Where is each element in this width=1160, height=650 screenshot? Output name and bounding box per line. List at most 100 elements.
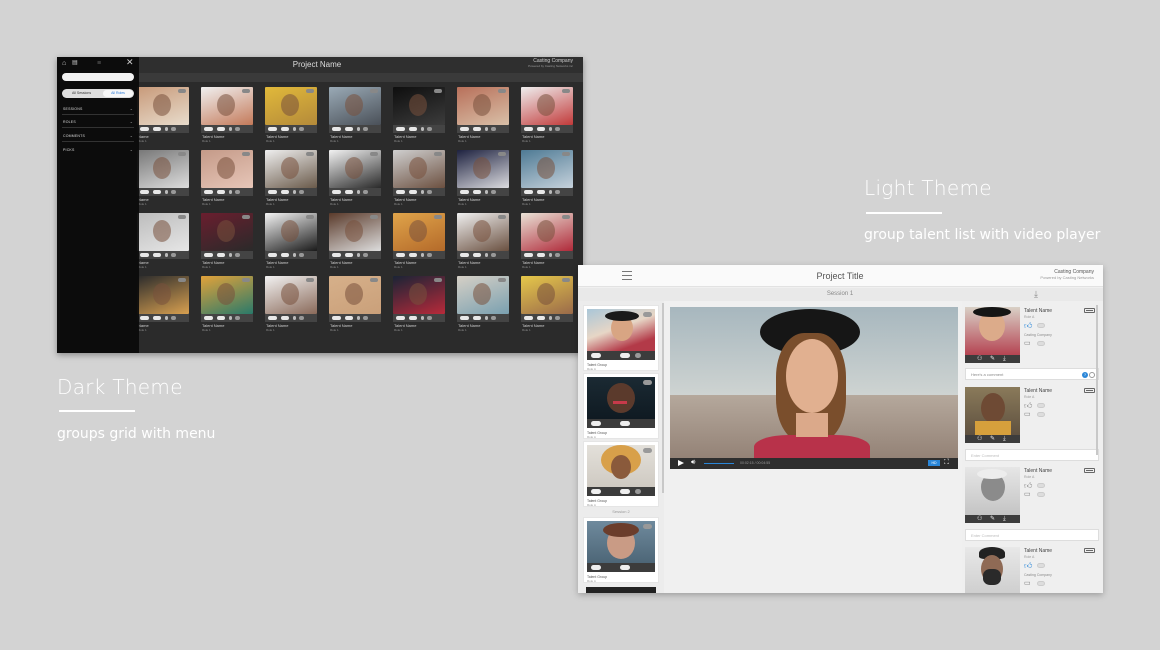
talent-role: Role A	[1024, 475, 1035, 479]
chevron-down-icon[interactable]: ⌄	[130, 147, 133, 152]
talent-card[interactable]: Talent Name Role 1	[393, 150, 445, 210]
menu-section-sessions[interactable]: SESSIONS	[63, 107, 83, 111]
talent-card[interactable]: Talent Name Role 1	[457, 150, 509, 210]
chevron-down-icon[interactable]: ⌄	[130, 106, 133, 111]
talent-card[interactable]: Talent Name Role 1	[521, 276, 573, 336]
talent-card[interactable]: Name Role 1	[137, 213, 189, 273]
talent-card[interactable]: Name Role 1	[137, 87, 189, 147]
video-time: 00:02:15 / 00:04:55	[740, 461, 771, 465]
talent-card[interactable]: Talent Name Role 1	[521, 213, 573, 273]
comment-icon[interactable]: ▭	[1024, 491, 1031, 498]
hd-button[interactable]: HD	[928, 460, 940, 466]
talent-card[interactable]: Talent Name Role 1	[201, 87, 253, 147]
talent-card[interactable]: Talent Name Role 1	[393, 276, 445, 336]
toggle-all-roles[interactable]: All Roles	[103, 90, 133, 97]
likes-count	[1037, 563, 1045, 568]
count-badge	[643, 312, 652, 317]
help-icon[interactable]: ?	[1082, 372, 1088, 378]
thumbs-up-icon[interactable]: 👍︎	[1024, 482, 1032, 490]
menu-section-roles[interactable]: ROLES	[63, 120, 76, 124]
thumbs-up-icon[interactable]: 👍︎	[1024, 562, 1032, 570]
talent-card[interactable]: Talent Name Role 1	[329, 87, 381, 147]
download-icon[interactable]: ⤓	[1034, 289, 1038, 300]
count-badge	[643, 380, 652, 385]
play-icon[interactable]	[678, 460, 684, 466]
battery-icon	[1084, 388, 1095, 393]
add-user-icon[interactable]: ⚇	[977, 355, 982, 363]
edit-icon[interactable]: ✎	[990, 355, 995, 363]
chevron-down-icon[interactable]: ⌄	[130, 119, 133, 124]
talent-card[interactable]: ⚇ ✎ ⤓ Talent Name Role A 👍︎ ▭	[965, 387, 1099, 445]
left-scrollbar[interactable]	[662, 303, 664, 493]
fullscreen-icon[interactable]: ⛶	[944, 459, 949, 467]
close-icon[interactable]: ✕	[126, 58, 134, 67]
talent-card[interactable]: Talent Name Role 1	[457, 276, 509, 336]
menu-search-input[interactable]	[62, 73, 134, 81]
talent-card[interactable]: Talent Name Role 1	[265, 213, 317, 273]
talent-card[interactable]: Talent Name Role 1	[265, 87, 317, 147]
document-icon[interactable]: ▤	[72, 60, 78, 67]
talent-card[interactable]: Talent Name Role 1	[201, 213, 253, 273]
talent-role: Role 1	[394, 328, 403, 332]
talent-card[interactable]: Talent Name Role 1	[265, 276, 317, 336]
group-card[interactable]: Talent Group Role A	[583, 305, 659, 371]
add-user-icon[interactable]: ⚇	[977, 435, 982, 443]
download-icon[interactable]: ⤓	[1003, 355, 1006, 363]
comment-icon[interactable]: ▭	[1024, 340, 1031, 347]
volume-icon[interactable]: 🔊︎	[691, 459, 695, 467]
right-scrollbar[interactable]	[1096, 305, 1098, 455]
comment-input[interactable]: Enter Comment	[965, 529, 1099, 541]
options-icon[interactable]	[1089, 372, 1095, 378]
talent-card[interactable]: Talent Name Role 1	[201, 150, 253, 210]
group-role: Role A	[587, 367, 596, 371]
menu-section-picks[interactable]: PICKS	[63, 148, 75, 152]
thumbs-up-icon[interactable]: 👍︎	[1024, 402, 1032, 410]
comment-input[interactable]: Enter Comment	[965, 449, 1099, 461]
talent-card[interactable]: Talent Name Role 1	[521, 150, 573, 210]
talent-card[interactable]: Talent Name Role 1	[393, 87, 445, 147]
thumbs-up-icon[interactable]: 👍︎	[1024, 322, 1032, 330]
talent-name: Talent Name	[1024, 388, 1053, 394]
talent-card[interactable]: Talent Name Role 1	[457, 213, 509, 273]
talent-card[interactable]: Talent Name Role 1	[265, 150, 317, 210]
comment-input[interactable]: Here's a comment ?	[965, 368, 1099, 380]
menu-section-comments[interactable]: COMMENTS	[63, 134, 85, 138]
talent-card[interactable]: Talent Name Role A 👍︎ Casting Company ▭	[965, 547, 1099, 593]
talent-card[interactable]: ⚇ ✎ ⤓ Talent Name Role A 👍︎ Casting Comp…	[965, 307, 1099, 365]
talent-actions-bar	[329, 314, 381, 322]
menu-icon[interactable]	[622, 271, 632, 280]
talent-card[interactable]: Name Role 1	[137, 150, 189, 210]
talent-card[interactable]: Talent Name Role 1	[521, 87, 573, 147]
talent-card[interactable]: Name Role 1	[137, 276, 189, 336]
talent-card[interactable]: Talent Name Role 1	[201, 276, 253, 336]
download-icon[interactable]: ⤓	[1003, 435, 1006, 443]
edit-icon[interactable]: ✎	[990, 515, 995, 523]
talent-role: Role 1	[458, 265, 467, 269]
progress-bar[interactable]	[704, 463, 734, 464]
comment-icon[interactable]: ▭	[1024, 411, 1031, 418]
talent-role: Role 1	[458, 328, 467, 332]
talent-card[interactable]: Talent Name Role 1	[329, 213, 381, 273]
group-card[interactable]: Talent Group Role A	[583, 441, 659, 507]
talent-actions-bar	[521, 188, 573, 196]
edit-icon[interactable]: ✎	[990, 435, 995, 443]
group-card[interactable]: Talent Group Role A	[583, 373, 659, 439]
light-project-title: Project Title	[816, 271, 864, 281]
sessions-roles-toggle[interactable]: All Sessions All Roles	[62, 89, 134, 98]
menu-icon[interactable]: ≡	[97, 60, 101, 67]
talent-card[interactable]: Talent Name Role 1	[329, 276, 381, 336]
download-icon[interactable]: ⤓	[1003, 515, 1006, 523]
talent-card[interactable]: Talent Name Role 1	[457, 87, 509, 147]
group-card[interactable]: Talent Group Role A	[583, 517, 659, 583]
talent-card[interactable]: ⚇ ✎ ⤓ Talent Name Role A 👍︎ ▭	[965, 467, 1099, 525]
talent-card[interactable]: Talent Name Role 1	[393, 213, 445, 273]
talent-card[interactable]: Talent Name Role 1	[329, 150, 381, 210]
video-player[interactable]: 🔊︎ 00:02:15 / 00:04:55 HD ⛶	[670, 307, 958, 469]
count-badge	[178, 278, 186, 282]
comment-icon[interactable]: ▭	[1024, 580, 1031, 587]
count-badge	[178, 89, 186, 93]
chevron-down-icon[interactable]: ⌄	[130, 133, 133, 138]
add-user-icon[interactable]: ⚇	[977, 515, 982, 523]
toggle-all-sessions[interactable]: All Sessions	[72, 91, 91, 95]
home-icon[interactable]: ⌂	[62, 60, 66, 67]
